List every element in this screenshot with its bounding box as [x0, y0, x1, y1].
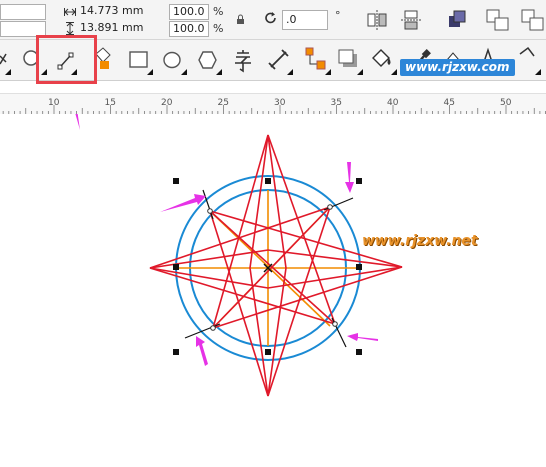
ruler-label: 30 — [274, 98, 286, 108]
arrow-bottom-right — [347, 333, 378, 341]
text-tool-icon — [235, 50, 251, 73]
rotate-icon — [264, 11, 278, 25]
scale-y-field[interactable]: 100.0 — [169, 21, 209, 37]
watermark-top-right: www.rjzxw.com — [400, 59, 515, 76]
rotation-degree: ° — [335, 9, 341, 22]
ruler-label: 50 — [500, 98, 512, 108]
mirror-horizontal-icon[interactable] — [366, 9, 388, 31]
flyout-triangle-icon — [391, 69, 397, 75]
tool-crop[interactable] — [0, 44, 12, 76]
flyout-triangle-icon — [357, 69, 363, 75]
arrow-up-to-tool — [66, 80, 80, 130]
scale-y-percent: % — [213, 22, 224, 35]
position-x-field[interactable] — [0, 4, 46, 20]
arrow-down-top-right — [345, 162, 354, 193]
tool-outline[interactable] — [512, 44, 542, 76]
annotation-arrows — [66, 80, 378, 366]
weld-icon[interactable] — [485, 8, 511, 32]
flyout-triangle-icon — [535, 69, 541, 75]
watermark-canvas-text: www.rjzxw.net — [362, 233, 478, 249]
ruler-label: 20 — [161, 98, 173, 108]
tool-connector[interactable] — [302, 44, 332, 76]
tool-rectangle[interactable] — [124, 44, 154, 76]
flyout-triangle-icon — [216, 69, 222, 75]
flyout-triangle-icon — [325, 69, 331, 75]
watermark-top-right-text: www.rjzxw.com — [405, 60, 510, 74]
arrow-left-node — [160, 194, 206, 212]
ruler-label: 40 — [387, 98, 399, 108]
flyout-triangle-icon — [181, 69, 187, 75]
mirror-vertical-icon[interactable] — [400, 9, 422, 31]
tool-drop-shadow[interactable] — [334, 44, 364, 76]
tool-text[interactable] — [228, 44, 258, 76]
drawing — [66, 80, 403, 397]
ruler-ticks: 10 15 20 25 30 35 40 45 50 — [2, 98, 546, 114]
tool-dimension[interactable] — [264, 44, 294, 76]
watermark-canvas: www.rjzxw.net — [362, 233, 478, 249]
drawing-canvas[interactable]: www.rjzxw.net — [0, 80, 546, 464]
ruler-label: 25 — [218, 98, 229, 108]
width-field[interactable]: 14.773 mm — [77, 4, 165, 20]
flyout-triangle-icon — [147, 69, 153, 75]
flyout-triangle-icon — [5, 69, 11, 75]
ruler-label: 15 — [105, 98, 116, 108]
combine-icon[interactable] — [446, 8, 468, 30]
ruler-label: 10 — [48, 98, 60, 108]
property-bar: 14.773 mm 13.891 mm 100.0 100.0 % % .0 ° — [0, 0, 546, 40]
ruler-label: 45 — [444, 98, 455, 108]
flyout-triangle-icon — [287, 69, 293, 75]
lock-ratio-icon[interactable] — [236, 14, 245, 25]
trim-icon[interactable] — [520, 8, 546, 32]
tool-highlight-box — [36, 35, 97, 84]
tool-polygon[interactable] — [193, 44, 223, 76]
rotation-field[interactable]: .0 — [282, 10, 328, 30]
arrow-bottom-left — [196, 336, 208, 366]
height-icon — [65, 22, 75, 35]
scale-x-percent: % — [213, 5, 224, 18]
tool-ellipse[interactable] — [158, 44, 188, 76]
tool-fill[interactable] — [368, 44, 398, 76]
width-icon — [64, 7, 76, 17]
ruler-label: 35 — [331, 98, 342, 108]
red-star[interactable] — [149, 134, 403, 397]
horizontal-ruler[interactable]: 10 15 20 25 30 35 40 45 50 — [0, 93, 546, 115]
scale-x-field[interactable]: 100.0 — [169, 4, 209, 20]
